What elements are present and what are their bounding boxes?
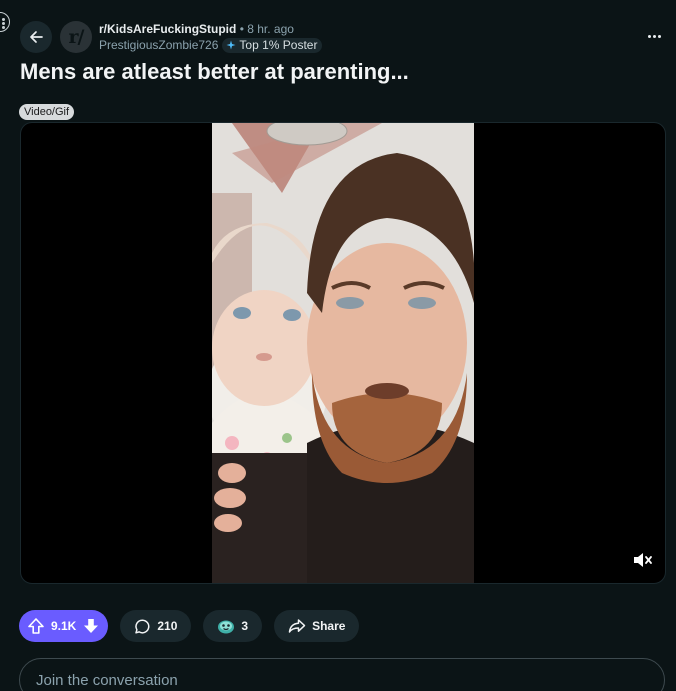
subreddit-avatar[interactable]: r/: [60, 21, 92, 53]
share-button[interactable]: Share: [274, 610, 360, 642]
share-icon: [288, 619, 306, 633]
post-page: r/ r/KidsAreFuckingStupid • 8 hr. ago Pr…: [0, 0, 676, 691]
author-flair: Top 1% Poster: [222, 37, 323, 53]
comment-input-placeholder: Join the conversation: [36, 671, 178, 689]
comments-count: 210: [157, 619, 178, 633]
post-meta: r/KidsAreFuckingStupid • 8 hr. ago Prest…: [99, 21, 323, 53]
post-title: Mens are atleast better at parenting...: [20, 59, 409, 84]
award-icon: [218, 620, 235, 633]
post-flair-tag[interactable]: Video/Gif: [19, 104, 75, 120]
author-flair-label: Top 1% Poster: [239, 37, 318, 52]
subreddit-link[interactable]: r/KidsAreFuckingStupid: [99, 22, 236, 36]
comment-input[interactable]: Join the conversation: [19, 658, 665, 691]
video-player[interactable]: [20, 122, 666, 584]
vote-control: 9.1K: [19, 610, 109, 642]
post-header: r/ r/KidsAreFuckingStupid • 8 hr. ago Pr…: [20, 20, 666, 54]
comment-icon: [135, 618, 150, 634]
back-button[interactable]: [20, 21, 52, 53]
award-button[interactable]: 3: [203, 610, 263, 642]
top-poster-icon: [226, 40, 236, 50]
corner-menu-icon[interactable]: [0, 12, 10, 32]
upvote-icon[interactable]: [27, 617, 45, 635]
video-thumbnail-image: [212, 123, 474, 583]
award-count: 3: [241, 619, 249, 633]
back-arrow-icon: [30, 31, 43, 43]
mute-icon[interactable]: [631, 549, 653, 571]
author-link[interactable]: PrestigiousZombie726: [99, 38, 218, 53]
meta-separator: •: [239, 21, 244, 36]
post-actions: 9.1K 210 3 Share: [19, 610, 360, 642]
post-time: 8 hr. ago: [247, 21, 294, 36]
video-frame: [212, 123, 474, 583]
downvote-icon[interactable]: [82, 617, 100, 635]
share-label: Share: [312, 619, 346, 633]
vote-count: 9.1K: [51, 619, 77, 633]
comments-button[interactable]: 210: [120, 610, 192, 642]
more-options-icon[interactable]: [642, 26, 666, 46]
